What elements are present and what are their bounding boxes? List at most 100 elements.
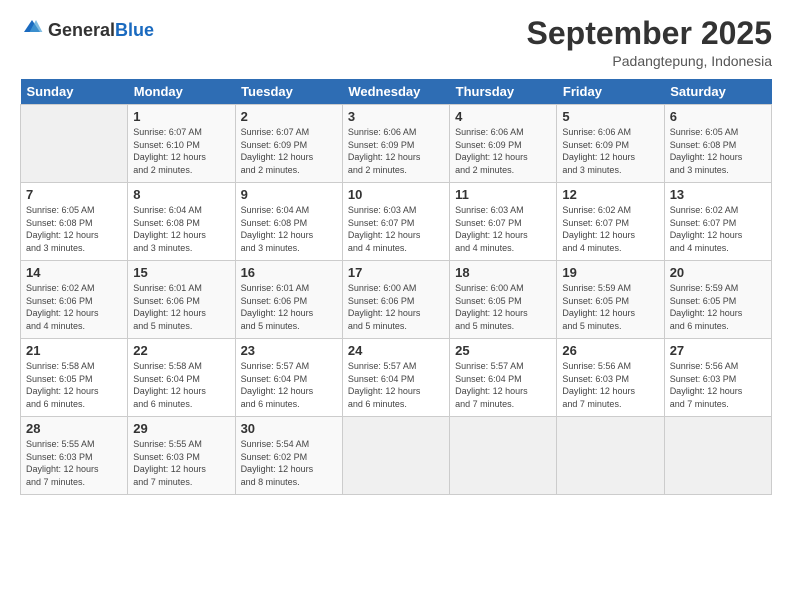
- col-wednesday: Wednesday: [342, 79, 449, 105]
- day-info: Sunrise: 6:06 AM Sunset: 6:09 PM Dayligh…: [455, 126, 551, 176]
- day-number: 9: [241, 187, 337, 202]
- day-number: 25: [455, 343, 551, 358]
- calendar-week-4: 21 Sunrise: 5:58 AM Sunset: 6:05 PM Dayli…: [21, 339, 772, 417]
- month-title: September 2025: [527, 16, 772, 51]
- day-number: 28: [26, 421, 122, 436]
- calendar-cell: 27 Sunrise: 5:56 AM Sunset: 6:03 PM Dayli…: [664, 339, 771, 417]
- calendar-cell: 15 Sunrise: 6:01 AM Sunset: 6:06 PM Dayli…: [128, 261, 235, 339]
- calendar-cell: [21, 105, 128, 183]
- col-friday: Friday: [557, 79, 664, 105]
- calendar-week-1: 1 Sunrise: 6:07 AM Sunset: 6:10 PM Daylig…: [21, 105, 772, 183]
- day-number: 14: [26, 265, 122, 280]
- calendar-cell: [342, 417, 449, 495]
- calendar-cell: 9 Sunrise: 6:04 AM Sunset: 6:08 PM Daylig…: [235, 183, 342, 261]
- location-title: Padangtepung, Indonesia: [527, 53, 772, 69]
- day-number: 15: [133, 265, 229, 280]
- day-number: 3: [348, 109, 444, 124]
- day-info: Sunrise: 6:03 AM Sunset: 6:07 PM Dayligh…: [455, 204, 551, 254]
- day-number: 7: [26, 187, 122, 202]
- header-row: Sunday Monday Tuesday Wednesday Thursday…: [21, 79, 772, 105]
- day-number: 10: [348, 187, 444, 202]
- calendar-table: Sunday Monday Tuesday Wednesday Thursday…: [20, 79, 772, 495]
- calendar-week-3: 14 Sunrise: 6:02 AM Sunset: 6:06 PM Dayli…: [21, 261, 772, 339]
- day-number: 2: [241, 109, 337, 124]
- day-info: Sunrise: 5:55 AM Sunset: 6:03 PM Dayligh…: [133, 438, 229, 488]
- calendar-cell: 12 Sunrise: 6:02 AM Sunset: 6:07 PM Dayli…: [557, 183, 664, 261]
- calendar-cell: 7 Sunrise: 6:05 AM Sunset: 6:08 PM Daylig…: [21, 183, 128, 261]
- day-info: Sunrise: 5:55 AM Sunset: 6:03 PM Dayligh…: [26, 438, 122, 488]
- day-info: Sunrise: 5:54 AM Sunset: 6:02 PM Dayligh…: [241, 438, 337, 488]
- calendar-cell: 14 Sunrise: 6:02 AM Sunset: 6:06 PM Dayli…: [21, 261, 128, 339]
- col-saturday: Saturday: [664, 79, 771, 105]
- day-info: Sunrise: 6:04 AM Sunset: 6:08 PM Dayligh…: [241, 204, 337, 254]
- col-tuesday: Tuesday: [235, 79, 342, 105]
- day-info: Sunrise: 6:00 AM Sunset: 6:05 PM Dayligh…: [455, 282, 551, 332]
- day-number: 20: [670, 265, 766, 280]
- day-info: Sunrise: 6:06 AM Sunset: 6:09 PM Dayligh…: [562, 126, 658, 176]
- calendar-cell: 28 Sunrise: 5:55 AM Sunset: 6:03 PM Dayli…: [21, 417, 128, 495]
- day-number: 21: [26, 343, 122, 358]
- day-number: 23: [241, 343, 337, 358]
- header: GeneralBlue September 2025 Padangtepung,…: [20, 16, 772, 69]
- day-info: Sunrise: 5:56 AM Sunset: 6:03 PM Dayligh…: [562, 360, 658, 410]
- calendar-cell: 4 Sunrise: 6:06 AM Sunset: 6:09 PM Daylig…: [450, 105, 557, 183]
- calendar-cell: 24 Sunrise: 5:57 AM Sunset: 6:04 PM Dayli…: [342, 339, 449, 417]
- day-info: Sunrise: 5:58 AM Sunset: 6:04 PM Dayligh…: [133, 360, 229, 410]
- calendar-cell: 16 Sunrise: 6:01 AM Sunset: 6:06 PM Dayli…: [235, 261, 342, 339]
- day-info: Sunrise: 6:01 AM Sunset: 6:06 PM Dayligh…: [133, 282, 229, 332]
- day-number: 30: [241, 421, 337, 436]
- calendar-week-2: 7 Sunrise: 6:05 AM Sunset: 6:08 PM Daylig…: [21, 183, 772, 261]
- logo-icon: [20, 16, 44, 40]
- main-container: GeneralBlue September 2025 Padangtepung,…: [0, 0, 792, 505]
- day-info: Sunrise: 6:02 AM Sunset: 6:06 PM Dayligh…: [26, 282, 122, 332]
- day-info: Sunrise: 6:07 AM Sunset: 6:10 PM Dayligh…: [133, 126, 229, 176]
- logo-general: GeneralBlue: [48, 21, 154, 41]
- col-monday: Monday: [128, 79, 235, 105]
- day-number: 1: [133, 109, 229, 124]
- calendar-cell: 18 Sunrise: 6:00 AM Sunset: 6:05 PM Dayli…: [450, 261, 557, 339]
- calendar-cell: 6Sunrise: 6:05 AM Sunset: 6:08 PM Daylig…: [664, 105, 771, 183]
- col-sunday: Sunday: [21, 79, 128, 105]
- calendar-week-5: 28 Sunrise: 5:55 AM Sunset: 6:03 PM Dayli…: [21, 417, 772, 495]
- day-number: 29: [133, 421, 229, 436]
- day-info: Sunrise: 5:59 AM Sunset: 6:05 PM Dayligh…: [562, 282, 658, 332]
- day-info: Sunrise: 6:01 AM Sunset: 6:06 PM Dayligh…: [241, 282, 337, 332]
- day-info: Sunrise: 6:02 AM Sunset: 6:07 PM Dayligh…: [670, 204, 766, 254]
- calendar-cell: 26Sunrise: 5:56 AM Sunset: 6:03 PM Dayli…: [557, 339, 664, 417]
- calendar-cell: 8Sunrise: 6:04 AM Sunset: 6:08 PM Daylig…: [128, 183, 235, 261]
- day-info: Sunrise: 6:05 AM Sunset: 6:08 PM Dayligh…: [26, 204, 122, 254]
- day-number: 12: [562, 187, 658, 202]
- day-number: 18: [455, 265, 551, 280]
- calendar-cell: [557, 417, 664, 495]
- day-info: Sunrise: 5:58 AM Sunset: 6:05 PM Dayligh…: [26, 360, 122, 410]
- day-number: 4: [455, 109, 551, 124]
- day-number: 16: [241, 265, 337, 280]
- calendar-cell: 17Sunrise: 6:00 AM Sunset: 6:06 PM Dayli…: [342, 261, 449, 339]
- calendar-cell: 23Sunrise: 5:57 AM Sunset: 6:04 PM Dayli…: [235, 339, 342, 417]
- col-thursday: Thursday: [450, 79, 557, 105]
- calendar-cell: 2Sunrise: 6:07 AM Sunset: 6:09 PM Daylig…: [235, 105, 342, 183]
- calendar-cell: [450, 417, 557, 495]
- calendar-cell: 22Sunrise: 5:58 AM Sunset: 6:04 PM Dayli…: [128, 339, 235, 417]
- day-info: Sunrise: 5:57 AM Sunset: 6:04 PM Dayligh…: [348, 360, 444, 410]
- calendar-cell: 1 Sunrise: 6:07 AM Sunset: 6:10 PM Daylig…: [128, 105, 235, 183]
- calendar-cell: 13 Sunrise: 6:02 AM Sunset: 6:07 PM Dayli…: [664, 183, 771, 261]
- day-number: 19: [562, 265, 658, 280]
- day-number: 6: [670, 109, 766, 124]
- calendar-cell: 19 Sunrise: 5:59 AM Sunset: 6:05 PM Dayli…: [557, 261, 664, 339]
- day-info: Sunrise: 6:00 AM Sunset: 6:06 PM Dayligh…: [348, 282, 444, 332]
- calendar-cell: 30 Sunrise: 5:54 AM Sunset: 6:02 PM Dayli…: [235, 417, 342, 495]
- calendar-cell: [664, 417, 771, 495]
- calendar-cell: 5Sunrise: 6:06 AM Sunset: 6:09 PM Daylig…: [557, 105, 664, 183]
- calendar-cell: 29 Sunrise: 5:55 AM Sunset: 6:03 PM Dayli…: [128, 417, 235, 495]
- day-info: Sunrise: 6:06 AM Sunset: 6:09 PM Dayligh…: [348, 126, 444, 176]
- day-number: 27: [670, 343, 766, 358]
- day-info: Sunrise: 6:02 AM Sunset: 6:07 PM Dayligh…: [562, 204, 658, 254]
- day-info: Sunrise: 5:56 AM Sunset: 6:03 PM Dayligh…: [670, 360, 766, 410]
- calendar-cell: 21 Sunrise: 5:58 AM Sunset: 6:05 PM Dayli…: [21, 339, 128, 417]
- day-number: 13: [670, 187, 766, 202]
- calendar-cell: 10 Sunrise: 6:03 AM Sunset: 6:07 PM Dayli…: [342, 183, 449, 261]
- day-number: 24: [348, 343, 444, 358]
- day-info: Sunrise: 6:03 AM Sunset: 6:07 PM Dayligh…: [348, 204, 444, 254]
- calendar-cell: 25Sunrise: 5:57 AM Sunset: 6:04 PM Dayli…: [450, 339, 557, 417]
